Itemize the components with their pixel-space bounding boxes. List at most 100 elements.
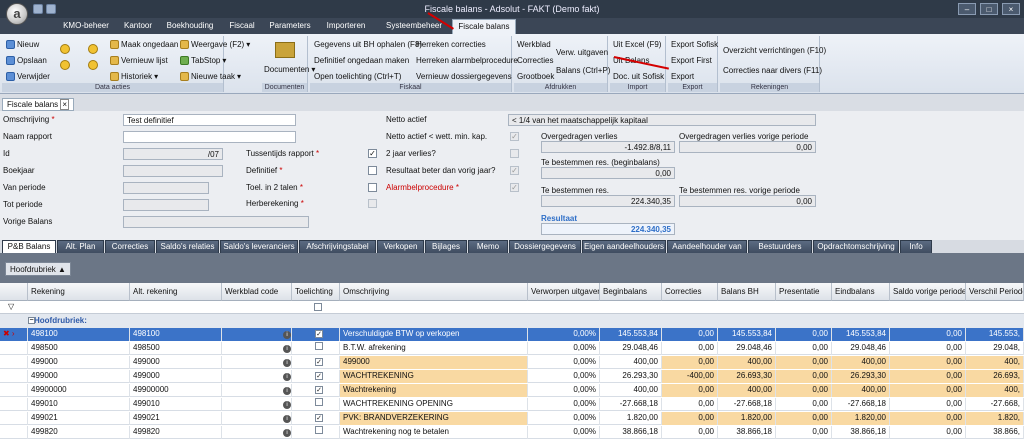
tabstop-button[interactable]: TabStop ▾ [180,54,226,67]
tab-saldos-leveranciers[interactable]: Saldo's leveranciers [220,240,298,253]
nav-last-icon[interactable] [88,60,98,70]
collapse-icon[interactable]: − [28,317,35,324]
info-icon[interactable]: i [283,387,291,395]
col-werkblad-code[interactable]: Werkblad code [222,283,292,301]
gegevens-ophalen-button[interactable]: Gegevens uit BH ophalen (F8) [314,38,422,51]
open-toelichting-button[interactable]: Open toelichting (Ctrl+T) [314,70,401,83]
table-row[interactable]: 499000 499000 i ✓ WACHTREKENING 0,00% 26.293,3… [0,370,1024,383]
tab-eigen-aandeelhouders[interactable]: Eigen aandeelhouders [582,240,666,253]
toelichting-checkbox[interactable]: ✓ [292,328,340,341]
table-row[interactable]: ✖ › 498100 498100 i ✓ Verschuldigde BTW op ve… [0,328,1024,341]
tussentijds-checkbox[interactable]: ✓ [368,149,377,158]
grootboek-button[interactable]: Grootboek [517,70,554,83]
table-row[interactable]: 499021 499021 i ✓ PVK: BRANDVERZEKERING 0,00%… [0,412,1024,425]
tab-bijlages[interactable]: Bijlages [425,240,467,253]
group-row-hoofdrubriek[interactable]: − Hoofdrubriek: [0,314,1024,328]
col-toelichting[interactable]: Toelichting [292,283,340,301]
col-alt-rekening[interactable]: Alt. rekening [130,283,222,301]
toelichting-checkbox[interactable]: ✓ [292,412,340,425]
col-omschrijving[interactable]: Omschrijving [340,283,528,301]
verwijder-button[interactable]: Verwijder [6,70,50,83]
info-icon[interactable]: i [283,415,291,423]
opslaan-button[interactable]: Opslaan [6,54,47,67]
checkbox-mark[interactable] [315,342,323,350]
historiek-button[interactable]: Historiek ▾ [110,70,158,83]
table-row[interactable]: 499010 499010 i WACHTREKENING OPENING 0,00% -… [0,398,1024,411]
tab-memo[interactable]: Memo [468,240,508,253]
app-menu-button[interactable]: a [6,3,28,25]
table-row[interactable]: 499000 499000 i ✓ 499000 0,00% 400,00 0,00 400,0… [0,356,1024,369]
toelichting-checkbox[interactable] [292,426,340,439]
info-icon[interactable]: i [283,429,291,437]
minimize-icon[interactable]: – [958,3,976,15]
tab-fiscaal[interactable]: Fiscaal [220,19,264,34]
tab-afschrijvingstabel[interactable]: Afschrijvingstabel [299,240,376,253]
vernieuw-dossier-button[interactable]: Vernieuw dossiergegevens [416,70,512,83]
correcties-print-button[interactable]: Correcties [517,54,553,67]
info-icon[interactable]: i [283,373,291,381]
documenten-button[interactable]: Documenten ▾ [264,63,315,76]
export-first-button[interactable]: Export First [671,54,712,67]
tab-saldos-relaties[interactable]: Saldo's relaties [156,240,219,253]
vernieuw-lijst-button[interactable]: Vernieuw lijst [110,54,168,67]
checkbox-mark[interactable] [315,398,323,406]
correcties-divers-button[interactable]: Correcties naar divers (F11) [723,64,822,77]
close-icon[interactable]: × [60,99,70,110]
filter-icon[interactable]: ▽ [8,302,14,311]
col-verworpen[interactable]: Verworpen uitgaven [528,283,600,301]
tab-bestuurders[interactable]: Bestuurders [748,240,812,253]
tab-pb-balans[interactable]: P&B Balans [2,240,56,253]
toelichting-checkbox[interactable]: ✓ [292,384,340,397]
tab-verkopen[interactable]: Verkopen [377,240,424,253]
tab-alt-plan[interactable]: Alt. Plan [57,240,104,253]
balans-print-button[interactable]: Balans (Ctrl+P) [556,64,610,77]
werkblad-button[interactable]: Werkblad [517,38,551,51]
checkbox-mark[interactable] [315,426,323,434]
doc-uit-sofisk-button[interactable]: Doc. uit Sofisk [613,70,664,83]
toelichting-checkbox[interactable] [292,342,340,355]
herreken-alarm-button[interactable]: Herreken alarmbelprocedure [416,54,518,67]
weergave-button[interactable]: Weergave (F2) ▾ [180,38,250,51]
toelichting-checkbox[interactable]: ✓ [292,356,340,369]
nieuw-button[interactable]: Nieuw [6,38,39,51]
tab-parameters[interactable]: Parameters [264,19,316,34]
toelichting-checkbox[interactable]: ✓ [292,370,340,383]
maak-ongedaan-button[interactable]: Maak ongedaan [110,38,178,51]
nav-prev-icon[interactable] [60,60,70,70]
col-correcties[interactable]: Correcties [662,283,718,301]
definitief-ongedaan-button[interactable]: Definitief ongedaan maken [314,54,409,67]
info-icon[interactable]: i [283,345,291,353]
quick-save-icon[interactable] [33,4,43,14]
checkbox-mark[interactable]: ✓ [315,414,323,422]
group-chip-hoofdrubriek[interactable]: Hoofdrubriek ▲ [5,262,71,276]
tab-opdrachtomschrijving[interactable]: Opdrachtomschrijving [813,240,899,253]
table-row[interactable]: 499820 499820 i Wachtrekening nog te betale… [0,426,1024,439]
toel-checkbox[interactable] [368,183,377,192]
info-icon[interactable]: i [283,401,291,409]
col-rekening[interactable]: Rekening [28,283,130,301]
herreken-correcties-button[interactable]: Herreken correcties [416,38,486,51]
nav-next-icon[interactable] [88,44,98,54]
tab-dossiergegevens[interactable]: Dossiergegevens [509,240,581,253]
close-icon[interactable]: × [1002,3,1020,15]
filter-checkbox[interactable] [314,303,322,311]
export-sofisk-button[interactable]: Export Sofisk [671,38,718,51]
export-button[interactable]: Export [671,70,694,83]
quick-undo-icon[interactable] [46,4,56,14]
tab-importeren[interactable]: Importeren [316,19,376,34]
tab-boekhouding[interactable]: Boekhouding [160,19,220,34]
table-row[interactable]: 498500 498500 i B.T.W. afrekening 0,00% 29.04… [0,342,1024,355]
col-beginbalans[interactable]: Beginbalans [600,283,662,301]
document-tab[interactable]: Fiscale balans × [2,98,75,111]
col-verschil[interactable]: Verschil Periodes [966,283,1024,301]
uit-excel-button[interactable]: Uit Excel (F9) [613,38,661,51]
definitief-checkbox[interactable] [368,166,377,175]
col-saldo-vorige[interactable]: Saldo vorige periode [890,283,966,301]
checkbox-mark[interactable]: ✓ [315,372,323,380]
col-balans-bh[interactable]: Balans BH [718,283,776,301]
verw-uitgaven-button[interactable]: Verw. uitgaven [556,46,608,59]
overzicht-verrichtingen-button[interactable]: Overzicht verrichtingen (F10) [723,44,826,57]
nieuwe-taak-button[interactable]: Nieuwe taak ▾ [180,70,241,83]
table-row[interactable]: 49900000 49900000 i ✓ Wachtrekening 0,00% 400,… [0,384,1024,397]
tab-kmo-beheer[interactable]: KMO-beheer [56,19,116,34]
